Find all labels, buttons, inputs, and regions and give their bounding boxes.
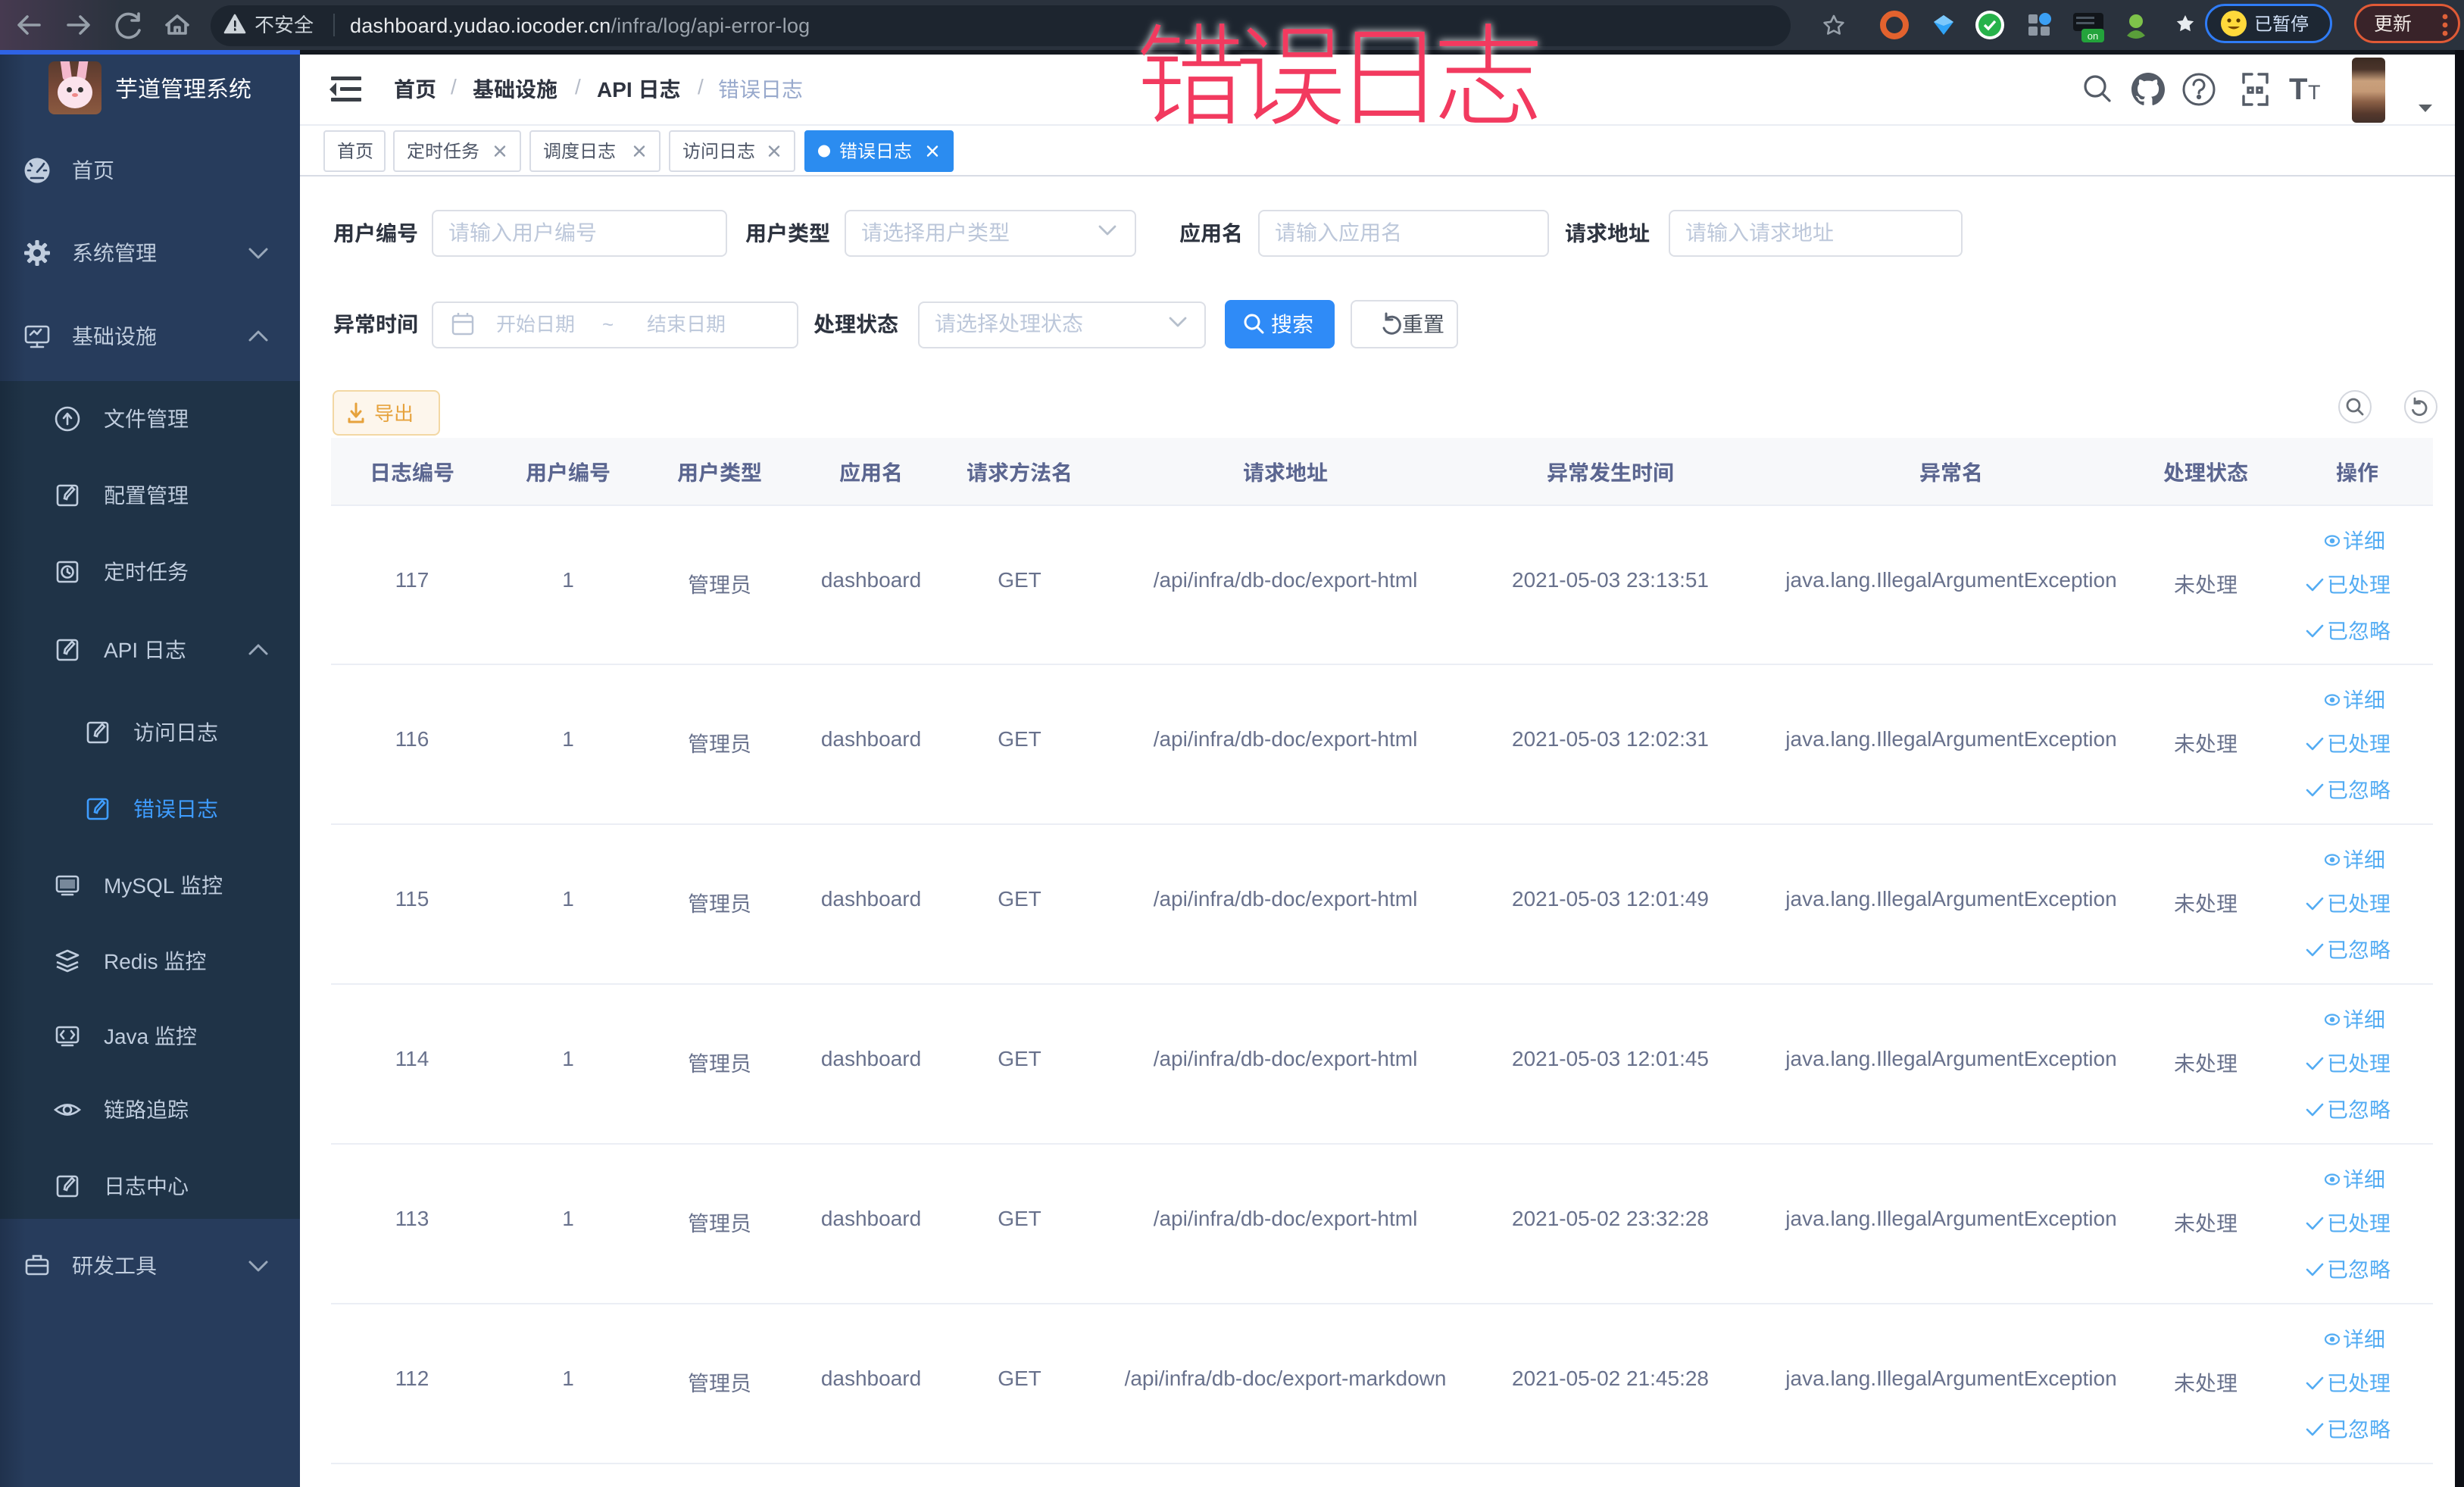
svg-text:T: T <box>2289 73 2307 106</box>
svg-text:T: T <box>2308 81 2321 104</box>
